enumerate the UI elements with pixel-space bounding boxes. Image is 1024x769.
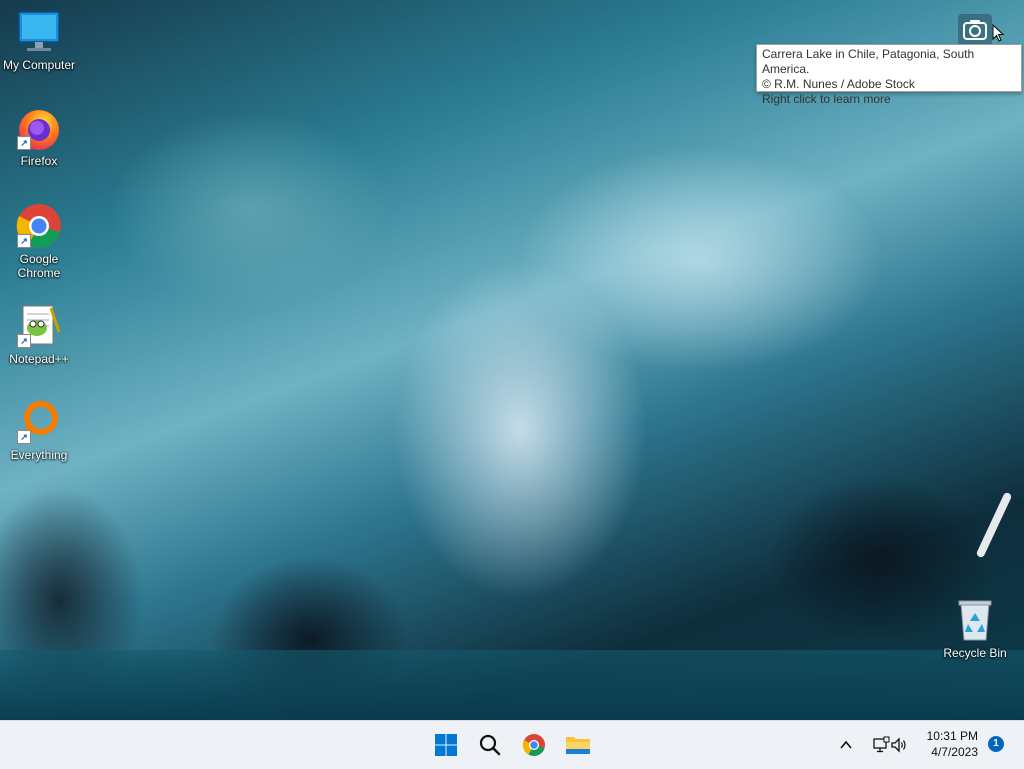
spotlight-tooltip: Carrera Lake in Chile, Patagonia, South … — [756, 44, 1022, 106]
desktop-icon-chrome[interactable]: ↗ Google Chrome — [0, 202, 78, 280]
wallpaper-water — [0, 650, 1024, 720]
desktop-icon-my-computer[interactable]: My Computer — [0, 8, 78, 72]
clock-date: 4/7/2023 — [931, 745, 978, 759]
tooltip-line-hint: Right click to learn more — [762, 92, 891, 106]
tray-quick-settings-button[interactable] — [866, 729, 914, 761]
icon-label: My Computer — [2, 58, 76, 72]
tray-overflow-button[interactable] — [834, 729, 858, 761]
notification-badge[interactable]: 1 — [988, 736, 1004, 752]
everything-icon: ↗ — [15, 398, 63, 446]
chevron-up-icon — [840, 740, 852, 749]
taskbar: 10:31 PM 4/7/2023 — [0, 720, 1024, 769]
mouse-cursor-icon — [992, 24, 1004, 42]
icon-label: Google Chrome — [17, 252, 61, 280]
chrome-icon: ↗ — [15, 202, 63, 250]
icon-label: Notepad++ — [9, 352, 69, 366]
shortcut-arrow-icon: ↗ — [17, 334, 31, 348]
shortcut-arrow-icon: ↗ — [17, 234, 31, 248]
desktop-icon-recycle-bin[interactable]: Recycle Bin — [936, 596, 1014, 660]
tooltip-line-location: Carrera Lake in Chile, Patagonia, South … — [762, 47, 975, 76]
firefox-icon: ↗ — [15, 104, 63, 152]
shortcut-arrow-icon: ↗ — [17, 136, 31, 150]
notepadpp-icon: ↗ — [15, 302, 63, 350]
icon-label: Firefox — [20, 154, 58, 168]
taskbar-chrome-button[interactable] — [518, 729, 550, 761]
network-icon — [873, 736, 890, 753]
desktop-icon-notepadpp[interactable]: ↗ Notepad++ — [0, 302, 78, 366]
clock-time: 10:31 PM — [926, 729, 978, 743]
spotlight-camera-button[interactable] — [958, 14, 992, 46]
taskbar-file-explorer-button[interactable] — [562, 729, 594, 761]
start-button[interactable] — [430, 729, 462, 761]
desktop-icon-firefox[interactable]: ↗ Firefox — [0, 104, 78, 168]
tray-clock[interactable]: 10:31 PM 4/7/2023 — [918, 727, 978, 763]
wallpaper-highlight — [975, 491, 1013, 559]
tooltip-line-credit: © R.M. Nunes / Adobe Stock — [762, 77, 915, 91]
icon-label: Recycle Bin — [943, 646, 1007, 660]
icon-label: Everything — [10, 448, 68, 462]
start-icon — [435, 734, 457, 756]
search-icon — [479, 734, 501, 756]
monitor-icon — [15, 8, 63, 56]
chrome-icon — [522, 734, 545, 756]
taskbar-search-button[interactable] — [474, 729, 506, 761]
desktop-wallpaper — [0, 0, 1024, 720]
recycle-bin-icon — [951, 596, 999, 644]
shortcut-arrow-icon: ↗ — [17, 430, 31, 444]
file-explorer-icon — [566, 737, 590, 754]
volume-icon — [891, 737, 906, 753]
camera-icon — [963, 20, 987, 40]
desktop-icon-everything[interactable]: ↗ Everything — [0, 398, 78, 462]
